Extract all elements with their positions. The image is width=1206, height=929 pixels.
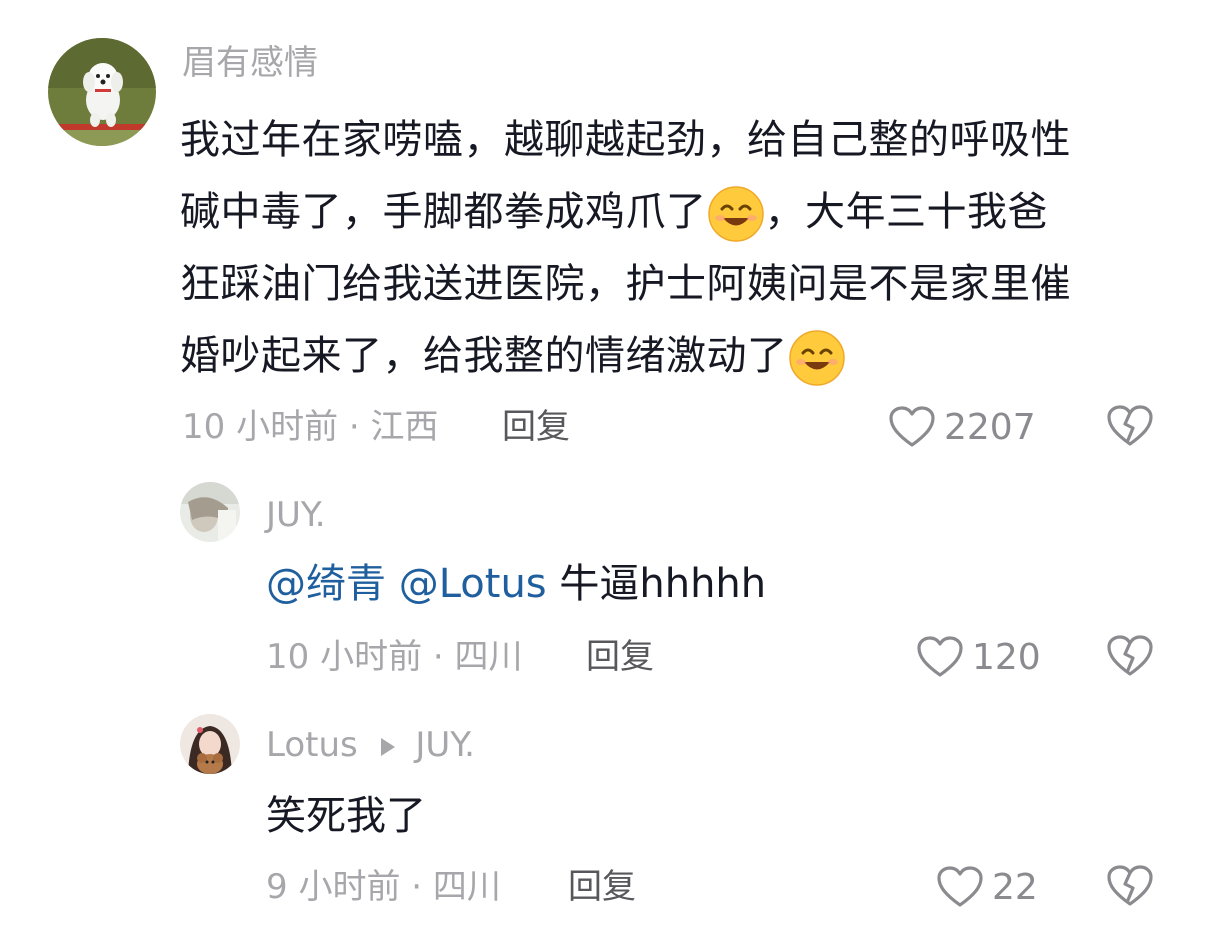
avatar[interactable]	[48, 38, 156, 146]
like-count: 22	[992, 866, 1038, 908]
comment-meta: 10 小时前 · 四川	[266, 634, 523, 680]
user-avatar-icon	[180, 482, 240, 542]
heart-outline-icon	[917, 636, 963, 677]
comment-text: 笑死我了	[266, 793, 426, 839]
comment-time: 10 小时前	[182, 407, 339, 447]
comment-text: 婚吵起来了，给我整的情绪激动了	[180, 333, 788, 379]
dislike-button[interactable]	[1106, 404, 1154, 452]
reply-button[interactable]: 回复	[568, 864, 636, 910]
like-button[interactable]: 22	[936, 862, 1038, 912]
comment-username[interactable]: Lotus	[266, 725, 358, 765]
mention-link[interactable]: @Lotus	[399, 561, 547, 607]
comment-thread: 眉有感情 我过年在家唠嗑，越聊越起劲，给自己整的呼吸性 碱中毒了，手脚都拳成鸡爪…	[0, 0, 1206, 929]
heart-outline-icon	[937, 866, 983, 907]
like-button[interactable]: 120	[916, 632, 1041, 682]
like-button[interactable]: 2207	[888, 402, 1036, 452]
comment-text: 牛逼hhhhh	[559, 561, 767, 607]
like-count: 2207	[944, 406, 1036, 448]
meta-separator: ·	[348, 407, 360, 447]
comment-location: 四川	[432, 867, 501, 907]
comment-line: 碱中毒了，手脚都拳成鸡爪了 ，大年三十我爸	[180, 176, 1071, 248]
comment-username[interactable]: 眉有感情	[182, 40, 318, 86]
like-count: 120	[972, 636, 1041, 678]
comment-location: 四川	[454, 637, 523, 677]
heart-outline-icon	[889, 406, 935, 447]
reply-to-username[interactable]: JUY.	[415, 725, 475, 765]
avatar[interactable]	[180, 714, 240, 774]
comment-line: 婚吵起来了，给我整的情绪激动了	[180, 320, 1071, 392]
broken-heart-icon	[1107, 635, 1153, 676]
smiling-face-emoji	[788, 330, 845, 386]
comment-line: 狂踩油门给我送进医院，护士阿姨问是不是家里催	[180, 261, 1071, 307]
dog-avatar-icon	[48, 38, 156, 146]
comment-body: @绮青 @Lotus 牛逼hhhhh	[266, 550, 766, 618]
avatar[interactable]	[180, 482, 240, 542]
comment-line: 我过年在家唠嗑，越聊越起劲，给自己整的呼吸性	[180, 117, 1071, 163]
comment-time: 9 小时前	[266, 867, 401, 907]
reply-button[interactable]: 回复	[586, 634, 654, 680]
meta-separator: ·	[432, 637, 444, 677]
meta-separator: ·	[411, 867, 423, 907]
user-avatar-icon	[180, 714, 240, 774]
dislike-button[interactable]	[1106, 634, 1154, 682]
comment-text: ，大年三十我爸	[764, 189, 1048, 235]
comment-text: 碱中毒了，手脚都拳成鸡爪了	[180, 189, 707, 235]
comment-body: 笑死我了	[266, 782, 426, 850]
dislike-button[interactable]	[1106, 864, 1154, 912]
reply-button[interactable]: 回复	[502, 404, 570, 450]
mention-link[interactable]: @绮青	[266, 561, 386, 607]
comment-meta: 9 小时前 · 四川	[266, 864, 501, 910]
smiling-face-emoji	[707, 186, 764, 242]
comment-location: 江西	[370, 407, 439, 447]
broken-heart-icon	[1107, 865, 1153, 906]
broken-heart-icon	[1107, 405, 1153, 446]
comment-body: 我过年在家唠嗑，越聊越起劲，给自己整的呼吸性 碱中毒了，手脚都拳成鸡爪了 ，大年三…	[180, 104, 1071, 392]
play-arrow-icon	[380, 737, 395, 756]
comment-username[interactable]: JUY.	[266, 492, 326, 538]
comment-meta: 10 小时前 · 江西	[182, 404, 439, 450]
comment-time: 10 小时前	[266, 637, 423, 677]
comment-username-row: Lotus JUY.	[266, 722, 475, 768]
